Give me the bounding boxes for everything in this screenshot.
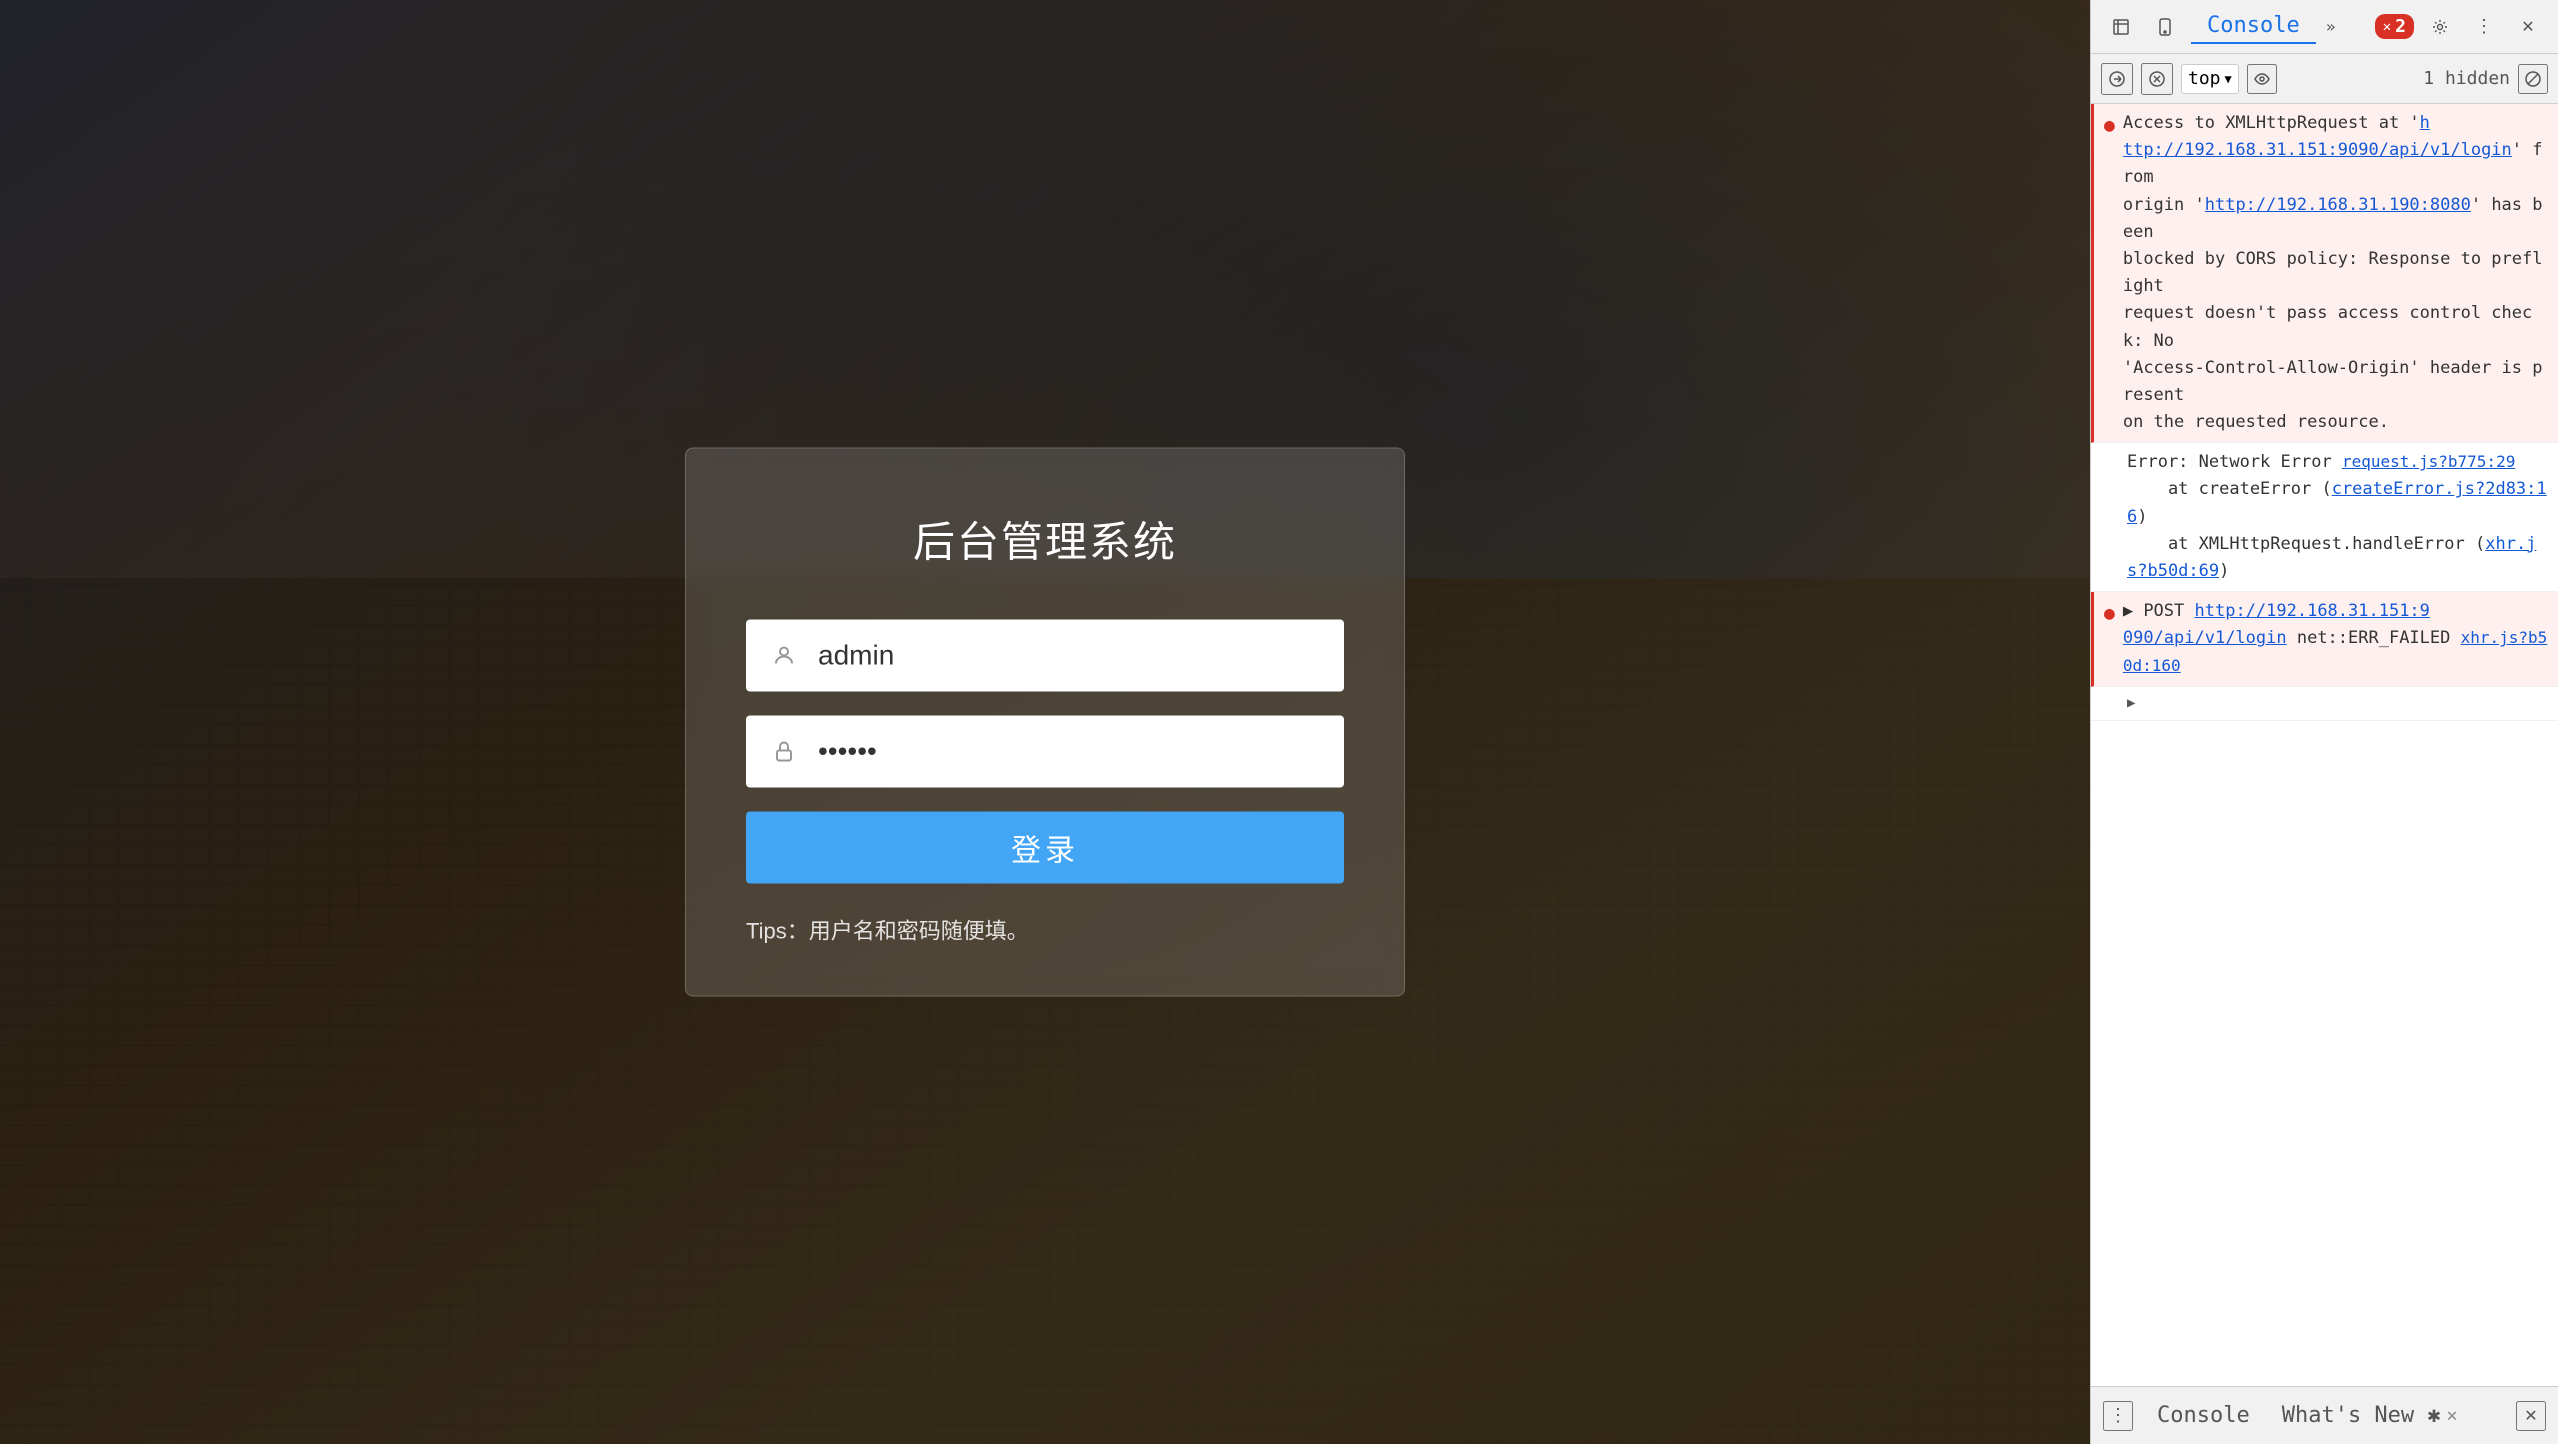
username-input-group [746, 620, 1344, 692]
error-circle-icon-2: ● [2104, 600, 2115, 627]
post-error-text: ▶ POST http://192.168.31.151:9 090/api/v… [2123, 598, 2548, 680]
device-toggle-button[interactable] [2147, 9, 2183, 45]
cors-error-text: Access to XMLHttpRequest at 'http://192.… [2123, 110, 2548, 436]
devtools-top-toolbar: Console » ✕ 2 ⋮ ✕ [2091, 0, 2558, 54]
post-url-link[interactable]: http://192.168.31.151:9 [2195, 601, 2430, 621]
devtools-more-button[interactable]: ⋮ [2466, 9, 2502, 45]
execution-context-dropdown[interactable]: top ▼ [2181, 64, 2239, 94]
password-field[interactable] [818, 736, 1324, 768]
login-button[interactable]: 登录 [746, 812, 1344, 884]
login-overlay: 后台管理系统 [685, 448, 1405, 997]
login-card: 后台管理系统 [685, 448, 1405, 997]
request-source-link[interactable]: request.js?b775:29 [2342, 452, 2515, 471]
devtools-tab-bar: Console » [2191, 9, 2346, 44]
expand-arrow-button[interactable]: ▶ [2127, 693, 2135, 714]
whats-new-label: What's New ✱ [2282, 1403, 2441, 1428]
user-icon [766, 638, 802, 674]
close-whats-new-tab-button[interactable]: ✕ [2447, 1405, 2458, 1426]
dropdown-chevron-icon: ▼ [2225, 72, 2232, 86]
console-entry-network-error: Error: Network Error request.js?b775:29 … [2091, 443, 2558, 592]
devtools-second-toolbar: top ▼ 1 hidden [2091, 54, 2558, 104]
page-background: 后台管理系统 [0, 0, 2090, 1444]
bottom-whats-new-tab[interactable]: What's New ✱ ✕ [2274, 1399, 2466, 1432]
three-dots-vertical-icon: ⋮ [2109, 1405, 2127, 1426]
devtools-panel: Console » ✕ 2 ⋮ ✕ [2090, 0, 2558, 1444]
username-field[interactable] [818, 640, 1324, 672]
filter-eye-button[interactable] [2247, 64, 2277, 94]
console-output: ● Access to XMLHttpRequest at 'http://19… [2091, 104, 2558, 1386]
hidden-count-label: 1 hidden [2423, 68, 2510, 89]
origin-link[interactable]: http://192.168.31.190:8080 [2205, 195, 2471, 215]
error-count: 2 [2395, 16, 2406, 37]
bottom-more-button[interactable]: ⋮ [2103, 1401, 2133, 1431]
console-entry-expandable: ▶ [2091, 687, 2558, 721]
error-circle-icon: ● [2104, 112, 2115, 139]
devtools-settings-button[interactable] [2422, 9, 2458, 45]
bottom-console-tab[interactable]: Console [2149, 1399, 2258, 1432]
console-entry-post-error: ● ▶ POST http://192.168.31.151:9 090/api… [2091, 592, 2558, 687]
close-bottom-panel-button[interactable]: ✕ [2516, 1401, 2546, 1431]
more-tabs-button[interactable]: » [2316, 12, 2346, 42]
create-error-link[interactable]: createError.js?2d83:16 [2127, 479, 2547, 526]
console-entry-cors-error: ● Access to XMLHttpRequest at 'http://19… [2091, 104, 2558, 443]
three-dots-icon: ⋮ [2475, 16, 2493, 37]
browser-content: 后台管理系统 [0, 0, 2090, 1444]
close-devtools-icon: ✕ [2521, 17, 2534, 37]
clear-console-button[interactable] [2141, 63, 2173, 95]
error-count-badge: ✕ 2 [2375, 14, 2414, 39]
error-x-icon: ✕ [2383, 19, 2391, 35]
no-entry-filter-button[interactable] [2518, 64, 2548, 94]
devtools-bottom-bar: ⋮ Console What's New ✱ ✕ ✕ [2091, 1386, 2558, 1444]
xhr-handle-error-link[interactable]: xhr.js?b50d:69 [2127, 534, 2536, 581]
login-title: 后台管理系统 [746, 509, 1344, 570]
password-input-group [746, 716, 1344, 788]
api-login-link[interactable]: http://192.168.31.151:9090/api/v1/login [2123, 113, 2512, 160]
lock-icon [766, 734, 802, 770]
inspect-element-button[interactable] [2103, 9, 2139, 45]
console-tab[interactable]: Console [2191, 9, 2316, 44]
close-bottom-icon: ✕ [2524, 1406, 2537, 1426]
tips-text: Tips：用户名和密码随便填。 [746, 914, 1344, 946]
xhr-source-link[interactable]: 090/api/v1/login [2123, 628, 2287, 648]
devtools-close-button[interactable]: ✕ [2510, 9, 2546, 45]
network-error-text: Error: Network Error request.js?b775:29 … [2127, 449, 2548, 585]
context-label: top [2188, 68, 2221, 89]
execute-button[interactable] [2101, 63, 2133, 95]
